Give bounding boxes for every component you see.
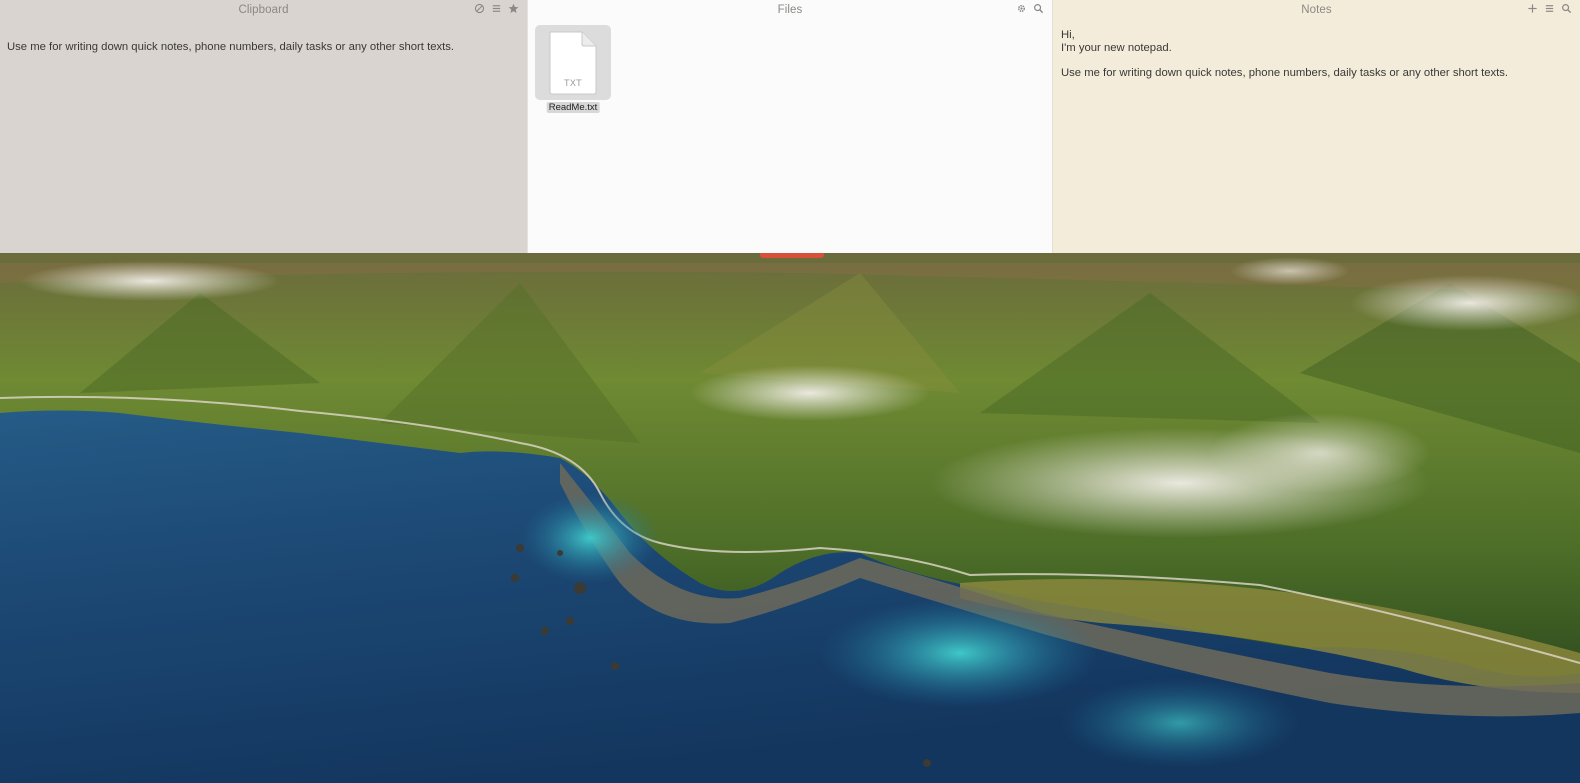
notes-line: Use me for writing down quick notes, pho… <box>1061 66 1509 79</box>
star-icon[interactable] <box>508 3 519 14</box>
files-toolbar <box>1016 3 1044 14</box>
shelf-drag-handle[interactable] <box>760 253 824 258</box>
no-entry-icon[interactable] <box>474 3 485 14</box>
notes-line: I'm your new notepad. <box>1061 41 1172 54</box>
clipboard-panel: Clipboard Use me for writing down quick … <box>0 0 527 253</box>
gear-icon[interactable] <box>1016 3 1027 14</box>
list-icon[interactable] <box>491 3 502 14</box>
search-icon[interactable] <box>1033 3 1044 14</box>
notes-blank-line <box>1061 54 1508 67</box>
plus-icon[interactable] <box>1527 3 1538 14</box>
desktop-wallpaper <box>0 253 1580 783</box>
shelf-panels: Clipboard Use me for writing down quick … <box>0 0 1580 253</box>
coastline-mountains-wallpaper <box>0 253 1580 783</box>
notes-editor[interactable]: Hi, I'm your new notepad. Use me for wri… <box>1061 29 1508 79</box>
notes-title: Notes <box>1301 4 1332 16</box>
notes-panel: Notes Hi, I'm your new notepad. Use me f… <box>1053 0 1580 253</box>
clipboard-title: Clipboard <box>238 4 289 16</box>
clipboard-item[interactable]: Use me for writing down quick notes, pho… <box>7 41 454 53</box>
file-name[interactable]: ReadMe.txt <box>546 102 600 113</box>
file-extension-label: TXT <box>564 78 582 88</box>
files-title: Files <box>777 4 803 16</box>
notes-toolbar <box>1527 3 1572 14</box>
file-item[interactable]: TXT ReadMe.txt <box>535 25 611 113</box>
notes-line: Hi, <box>1061 29 1075 41</box>
list-icon[interactable] <box>1544 3 1555 14</box>
clipboard-toolbar <box>474 3 519 14</box>
search-icon[interactable] <box>1561 3 1572 14</box>
